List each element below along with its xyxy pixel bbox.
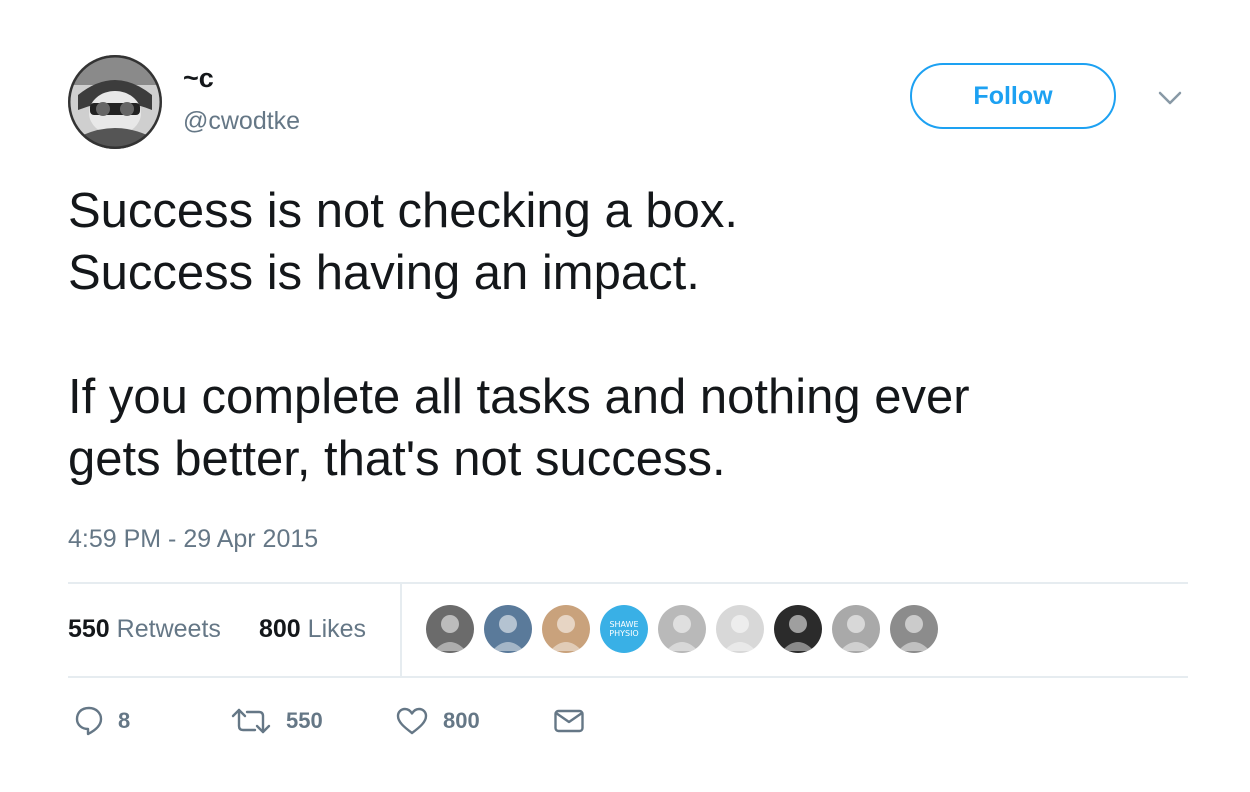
liker-avatar[interactable] [658,605,706,653]
liker-avatar[interactable] [832,605,880,653]
liker-avatar[interactable] [542,605,590,653]
retweets-stat[interactable]: 550 Retweets [68,614,221,644]
envelope-icon [554,709,584,733]
stats-separator [400,583,402,676]
heart-icon [396,707,428,735]
liker-avatar[interactable] [890,605,938,653]
divider-bottom [68,676,1188,678]
retweet-button[interactable]: 550 [230,704,323,738]
avatar[interactable] [68,55,162,149]
likes-stat[interactable]: 800 Likes [259,614,366,644]
direct-message-button[interactable] [553,704,585,738]
reply-button[interactable]: 8 [74,704,130,738]
tweet-line: If you complete all tasks and nothing ev… [68,370,970,424]
liker-avatar[interactable] [774,605,822,653]
retweets-count: 550 [68,615,110,643]
retweet-icon [231,708,271,734]
likes-label: Likes [307,615,367,643]
follow-button[interactable]: Follow [910,63,1116,129]
user-handle[interactable]: @cwodtke [183,106,300,136]
chevron-down-icon[interactable] [1156,88,1184,108]
liker-avatar[interactable] [484,605,532,653]
liker-avatar[interactable] [426,605,474,653]
reply-count: 8 [118,708,131,733]
tweet-stats: 550 Retweets 800 Likes SHAWE PHYSIO [68,583,1188,676]
retweet-count: 550 [286,708,323,733]
tweet-text: Success is not checking a box. Success i… [68,180,1188,490]
liker-avatar-text: SHAWE PHYSIO [609,620,639,638]
likes-count: 800 [259,615,301,643]
liker-avatar[interactable] [716,605,764,653]
retweets-label: Retweets [116,615,221,643]
tweet-line: Success is not checking a box. [68,184,739,238]
like-button[interactable]: 800 [395,704,480,738]
timestamp[interactable]: 4:59 PM - 29 Apr 2015 [68,524,318,554]
like-count: 800 [443,708,480,733]
tweet-line: Success is having an impact. [68,246,700,300]
tweet-line: gets better, that's not success. [68,432,726,486]
display-name[interactable]: ~c [183,62,214,94]
avatar-image [68,55,162,149]
liker-avatar[interactable]: SHAWE PHYSIO [600,605,648,653]
reply-icon [75,706,103,736]
tweet-card: ~c @cwodtke Follow Success is not checki… [0,0,1250,792]
